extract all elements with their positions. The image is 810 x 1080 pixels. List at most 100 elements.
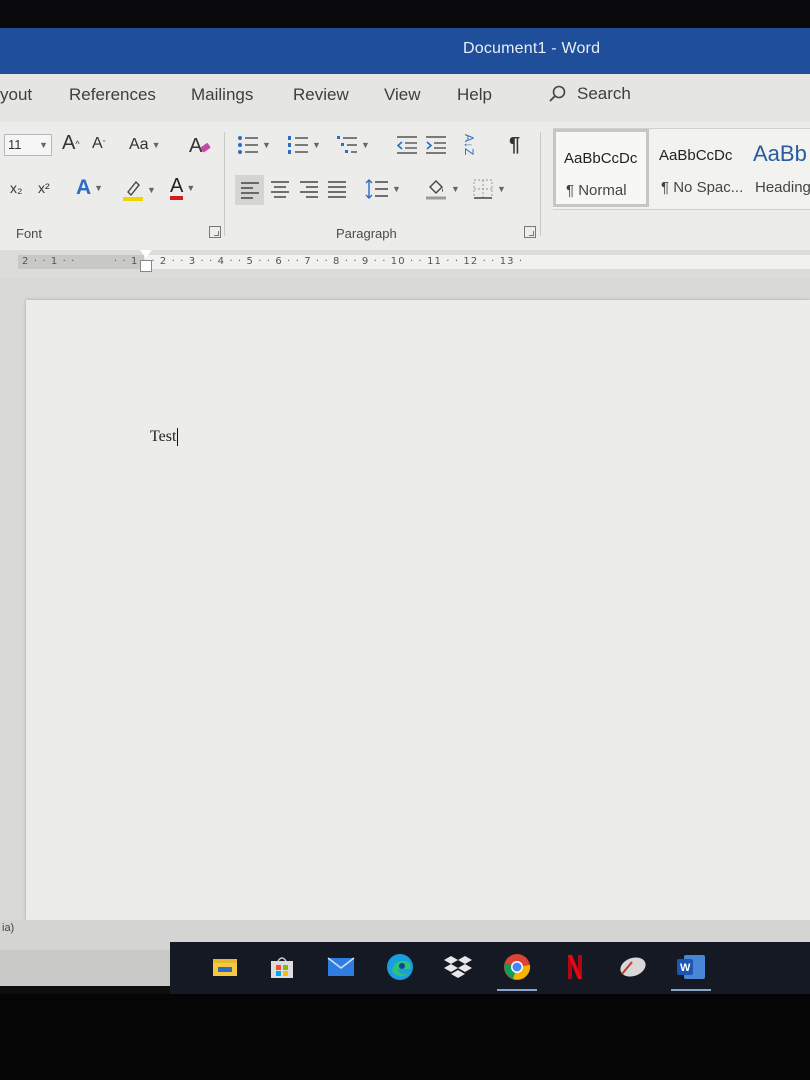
tab-view[interactable]: View	[384, 85, 421, 105]
search-box[interactable]: Search	[547, 84, 631, 104]
tab-mailings[interactable]: Mailings	[191, 85, 253, 105]
align-left-icon	[240, 182, 259, 199]
svg-text:W: W	[680, 962, 691, 974]
change-case-label: Aa	[129, 136, 149, 153]
font-group-label: Font	[16, 226, 43, 241]
window-title: Document1 - Word	[463, 40, 601, 57]
chevron-down-icon: ▼	[451, 184, 460, 194]
chevron-down-icon: ▼	[392, 184, 401, 194]
tab-references[interactable]: References	[69, 85, 156, 105]
borders-button[interactable]: ▼	[472, 178, 506, 200]
superscript-label: x²	[38, 180, 50, 196]
increase-indent-icon	[426, 136, 446, 154]
chrome-icon[interactable]	[497, 952, 537, 991]
chevron-down-icon: ▼	[94, 183, 104, 193]
style-sample: AaBbCcDc	[564, 150, 638, 167]
pilcrow-icon: ¶	[509, 134, 521, 156]
font-dialog-launcher-icon[interactable]	[209, 226, 221, 238]
text-cursor	[177, 428, 179, 446]
align-right-icon	[300, 181, 318, 198]
text-effects-button[interactable]: A ▼	[76, 176, 103, 200]
sort-button[interactable]: A↓Z	[462, 134, 476, 156]
align-right-button[interactable]	[299, 180, 319, 198]
font-size-dropdown[interactable]: 11 ▼	[4, 134, 52, 156]
increase-indent-button[interactable]	[425, 135, 447, 155]
clear-formatting-button[interactable]: A	[188, 132, 214, 158]
styles-gallery: AaBbCcDc ¶ Normal AaBbCcDc ¶ No Spac... …	[553, 128, 810, 210]
numbered-list-icon	[288, 136, 308, 154]
file-explorer-icon[interactable]	[210, 952, 240, 982]
decrease-indent-icon	[396, 136, 417, 154]
mail-icon[interactable]	[326, 952, 356, 982]
document-page[interactable]: Test	[26, 300, 810, 920]
document-text: Test	[150, 428, 177, 445]
document-body[interactable]: Test	[150, 428, 179, 446]
store-icon[interactable]	[267, 952, 297, 982]
shrink-font-button[interactable]: Aˇ	[92, 135, 106, 153]
screen-bezel-bottom	[0, 994, 810, 1080]
tab-review[interactable]: Review	[293, 85, 349, 105]
paragraph-dialog-launcher-icon[interactable]	[524, 226, 536, 238]
borders-icon	[473, 179, 493, 199]
paragraph-group-label: Paragraph	[336, 226, 397, 241]
ribbon-divider	[540, 132, 541, 236]
horizontal-ruler[interactable]: 2 · · 1 · · · · 1 · · 2 · · 3 · · 4 · · …	[0, 250, 810, 278]
svg-text:A: A	[189, 135, 203, 157]
ribbon: 11 ▼ A ^ Aˇ Aa ▼ A x₂ x² A ▼ ▼ A ▼ Font ▼ ▼…	[0, 122, 810, 250]
font-color-button[interactable]: A ▼	[170, 176, 195, 200]
grow-font-button[interactable]: A ^	[62, 132, 80, 155]
shading-button[interactable]: ▼	[424, 177, 460, 201]
subscript-label: x₂	[10, 180, 23, 196]
tab-help[interactable]: Help	[457, 85, 492, 105]
style-normal[interactable]: AaBbCcDc ¶ Normal	[553, 129, 649, 207]
document-canvas: Test	[0, 278, 810, 920]
tab-layout[interactable]: yout	[0, 85, 32, 105]
change-case-button[interactable]: Aa ▼	[129, 136, 161, 154]
status-text: ia)	[2, 922, 15, 934]
multilevel-list-icon	[337, 136, 357, 153]
chevron-down-icon: ▼	[361, 140, 370, 150]
ruler-numbers: 2 · · 1 · · · · 1 · · 2 · · 3 · · 4 · · …	[22, 256, 524, 267]
style-name: Heading	[755, 179, 810, 196]
style-sample: AaBb	[753, 141, 807, 166]
indent-marker-icon[interactable]	[140, 250, 152, 276]
style-name: ¶ No Spac...	[661, 179, 744, 196]
netflix-icon[interactable]	[560, 952, 590, 982]
align-left-button[interactable]	[235, 175, 264, 205]
highlight-color-button[interactable]: ▼	[122, 178, 156, 202]
dropbox-icon[interactable]	[443, 952, 473, 982]
style-name: ¶ Normal	[566, 182, 627, 199]
chevron-down-icon: ▼	[497, 184, 506, 194]
search-label: Search	[577, 84, 631, 103]
multilevel-list-button[interactable]: ▼	[336, 134, 370, 156]
decrease-indent-button[interactable]	[396, 135, 418, 155]
numbering-button[interactable]: ▼	[287, 134, 321, 156]
ribbon-divider	[224, 132, 225, 236]
justify-icon	[328, 181, 346, 198]
bullets-button[interactable]: ▼	[237, 134, 271, 156]
search-icon	[549, 85, 566, 102]
shrink-font-label: A	[92, 135, 103, 152]
sort-icon: A↓Z	[462, 134, 476, 156]
taskbar: W	[170, 942, 810, 994]
text-effects-label: A	[76, 176, 92, 199]
justify-button[interactable]	[327, 180, 347, 198]
app-icon[interactable]	[618, 952, 648, 982]
show-formatting-button[interactable]: ¶	[509, 134, 520, 157]
word-icon[interactable]: W	[671, 952, 711, 991]
chevron-down-icon: ▼	[186, 183, 196, 193]
style-heading[interactable]: AaBb Heading	[747, 129, 810, 207]
chevron-down-icon: ▼	[262, 140, 271, 150]
chevron-down-icon: ▼	[151, 140, 161, 150]
subscript-button[interactable]: x₂	[10, 180, 22, 196]
ribbon-tabs: yout References Mailings Review View Hel…	[0, 74, 810, 122]
chevron-down-icon: ▼	[312, 140, 321, 150]
line-spacing-button[interactable]: ▼	[365, 178, 401, 200]
taskbar-left-area	[0, 950, 170, 986]
align-center-button[interactable]	[270, 180, 290, 198]
style-no-spacing[interactable]: AaBbCcDc ¶ No Spac...	[651, 129, 747, 207]
edge-icon[interactable]	[385, 952, 415, 982]
superscript-button[interactable]: x²	[38, 180, 50, 196]
paint-bucket-icon	[426, 180, 446, 200]
bullet-list-icon	[238, 136, 258, 154]
